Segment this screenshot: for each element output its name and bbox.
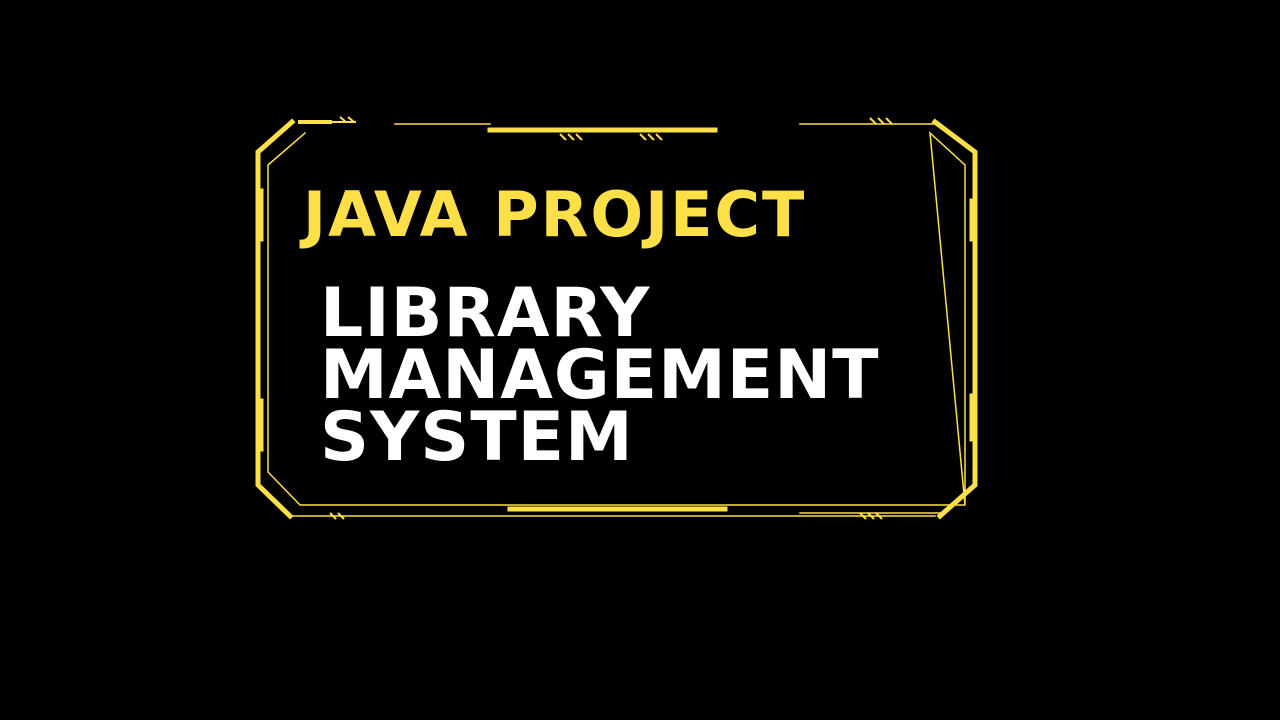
project-heading: JAVA PROJECT	[303, 178, 807, 251]
thumbnail-canvas: JAVA PROJECT LIBRARY MANAGEMENT SYSTEM	[0, 0, 1280, 720]
subtitle-line-system: SYSTEM	[320, 398, 634, 477]
